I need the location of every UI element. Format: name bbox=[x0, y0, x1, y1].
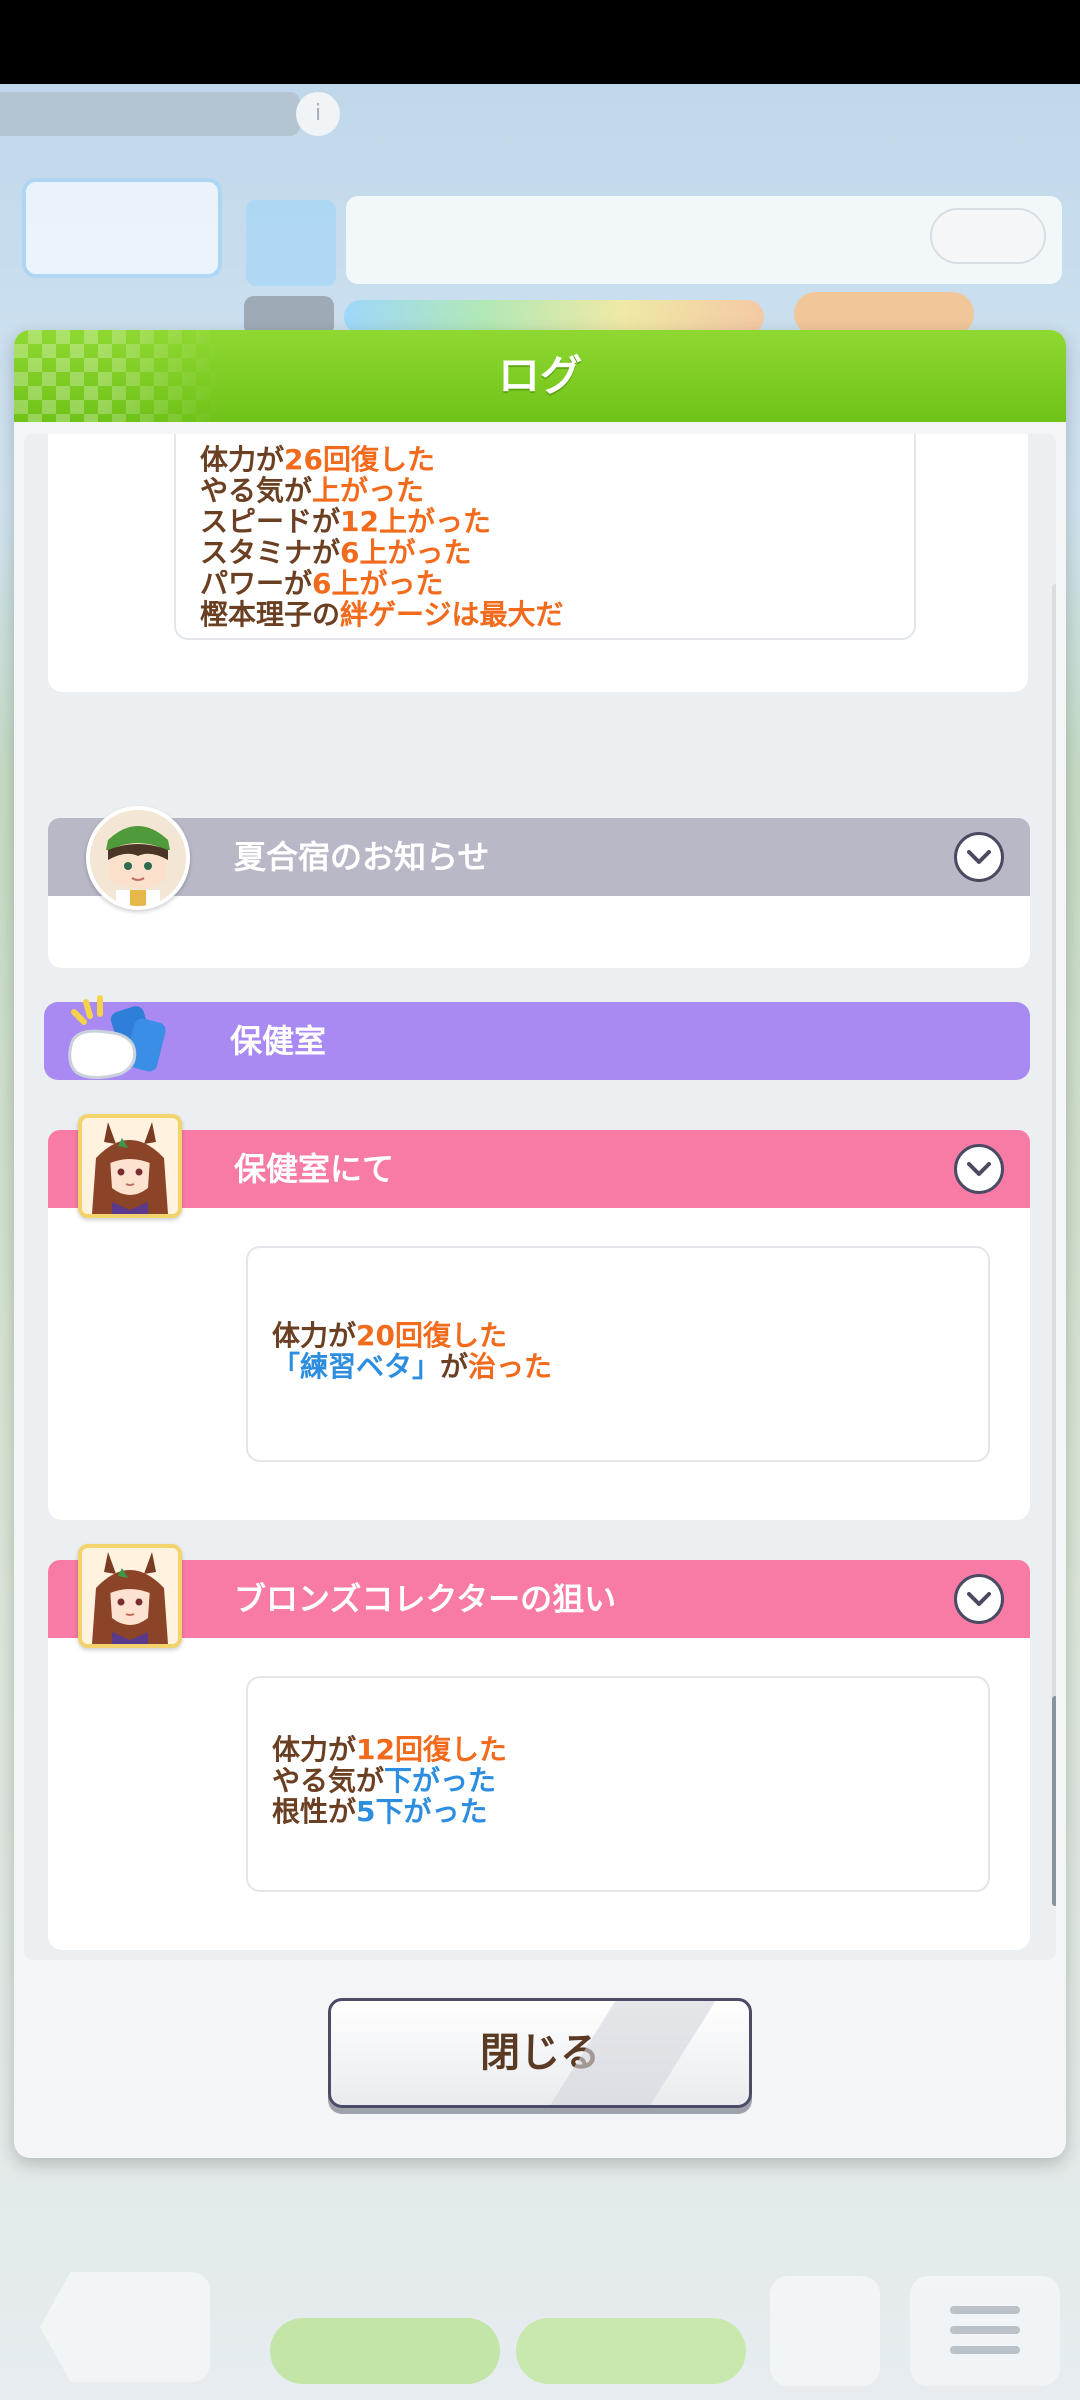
result-line: 体力が20回復した bbox=[272, 1320, 552, 1351]
result-fragment: 下がった bbox=[384, 1764, 497, 1797]
result-fragment: 6上がった bbox=[312, 567, 444, 600]
result-line: 体力が12回復した bbox=[272, 1734, 507, 1765]
result-line: 樫本理子の絆ゲージは最大だ bbox=[200, 599, 563, 630]
log-entry-card: 体力が26回復した やる気が上がった スピードが12上がった スタミナが6上がった パワ… bbox=[48, 434, 1028, 692]
result-line: やる気が下がった bbox=[272, 1765, 507, 1796]
result-box: 体力が12回復した やる気が下がった 根性が5下がった bbox=[246, 1676, 990, 1892]
result-fragment: やる気が bbox=[272, 1764, 385, 1797]
event-title: 保健室にて bbox=[234, 1150, 395, 1188]
result-fragment: 絆ゲージは最大だ bbox=[340, 598, 564, 631]
event-title-bar[interactable]: 保健室にて bbox=[48, 1130, 1030, 1208]
log-entry-card: 夏合宿のお知らせ bbox=[48, 818, 1030, 968]
status-bar bbox=[0, 0, 1080, 84]
result-fragment: スタミナが bbox=[200, 536, 341, 569]
chevron-down-icon[interactable] bbox=[954, 1144, 1004, 1194]
result-text: 体力が12回復した やる気が下がった 根性が5下がった bbox=[272, 1734, 507, 1827]
result-fragment: パワーが bbox=[200, 567, 313, 600]
result-fragment: 20回復した bbox=[356, 1319, 507, 1352]
result-box: 体力が20回復した 「練習ベタ」が治った bbox=[246, 1246, 990, 1462]
result-fragment: 上がった bbox=[312, 474, 425, 507]
result-fragment: 「練習ベタ」 bbox=[272, 1350, 441, 1383]
horse-girl-portrait-icon bbox=[78, 1544, 182, 1648]
log-entry-card: ブロンズコレクターの狙い 体力が12回復した やる気が下がった 根性が5下がった bbox=[48, 1560, 1030, 1950]
event-title: ブロンズコレクターの狙い bbox=[234, 1580, 617, 1618]
close-button[interactable]: 閉じる bbox=[328, 1998, 752, 2108]
result-fragment: スピードが bbox=[200, 505, 341, 538]
log-list[interactable]: 体力が26回復した やる気が上がった スピードが12上がった スタミナが6上がった パワ… bbox=[24, 434, 1056, 1960]
result-text: 体力が26回復した やる気が上がった スピードが12上がった スタミナが6上がった パワ… bbox=[200, 444, 563, 630]
result-fragment: 5下がった bbox=[356, 1795, 488, 1828]
scrollbar-thumb[interactable] bbox=[1052, 1696, 1056, 1906]
result-line: 根性が5下がった bbox=[272, 1796, 507, 1827]
result-fragment: やる気が bbox=[200, 474, 313, 507]
section-title: 保健室 bbox=[230, 1022, 327, 1060]
result-line: 体力が26回復した bbox=[200, 444, 563, 475]
horse-girl-portrait-icon bbox=[78, 1114, 182, 1218]
result-fragment: 根性が bbox=[272, 1795, 357, 1828]
result-fragment: 12回復した bbox=[356, 1733, 507, 1766]
chevron-down-icon[interactable] bbox=[954, 1574, 1004, 1624]
result-line: スタミナが6上がった bbox=[200, 537, 563, 568]
dialog-header: ログ bbox=[14, 330, 1066, 422]
result-line: 「練習ベタ」が治った bbox=[272, 1351, 552, 1382]
result-fragment: 体力が bbox=[272, 1319, 357, 1352]
result-line: パワーが6上がった bbox=[200, 568, 563, 599]
pillow-drink-icon bbox=[60, 992, 170, 1088]
result-fragment: 6上がった bbox=[340, 536, 472, 569]
log-entry-card: 保健室にて 体力が20回復した 「練習ベタ」が治った bbox=[48, 1130, 1030, 1520]
result-box: 体力が26回復した やる気が上がった スピードが12上がった スタミナが6上がった パワ… bbox=[174, 434, 916, 640]
event-title-bar[interactable]: ブロンズコレクターの狙い bbox=[48, 1560, 1030, 1638]
result-line: やる気が上がった bbox=[200, 475, 563, 506]
result-fragment: が bbox=[440, 1350, 469, 1383]
event-title-bar[interactable]: 夏合宿のお知らせ bbox=[48, 818, 1030, 896]
result-text: 体力が20回復した 「練習ベタ」が治った bbox=[272, 1320, 552, 1382]
section-header-infirmary: 保健室 bbox=[44, 1002, 1030, 1080]
result-line: スピードが12上がった bbox=[200, 506, 563, 537]
result-fragment: 治った bbox=[468, 1350, 553, 1383]
event-title: 夏合宿のお知らせ bbox=[234, 838, 490, 876]
dialog-title: ログ bbox=[497, 351, 582, 400]
chevron-down-icon[interactable] bbox=[954, 832, 1004, 882]
log-dialog: ログ 体力が26回復した やる気が上がった スピードが12上がった スタミナが6上がっ… bbox=[14, 330, 1066, 2158]
trainer-portrait-icon bbox=[86, 806, 190, 910]
result-fragment: 体力が bbox=[200, 443, 285, 476]
result-fragment: 体力が bbox=[272, 1733, 357, 1766]
result-fragment: 樫本理子の bbox=[200, 598, 341, 631]
result-fragment: 12上がった bbox=[340, 505, 491, 538]
result-fragment: 26回復した bbox=[284, 443, 435, 476]
